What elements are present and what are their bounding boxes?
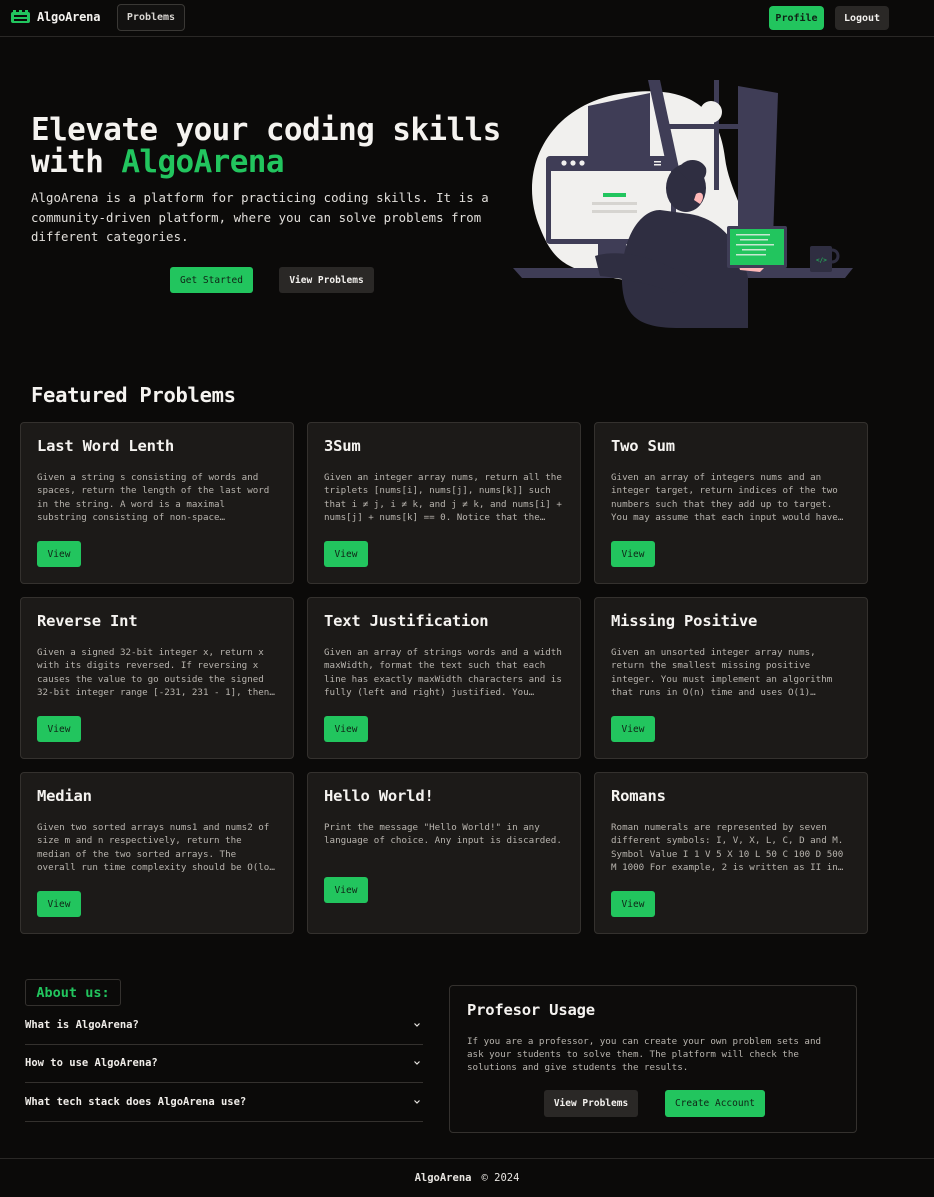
problem-card-title: Last Word Lenth [37,437,174,455]
top-navbar: AlgoArena Problems Profile Logout [0,0,934,37]
create-account-button[interactable]: Create Account [665,1090,765,1117]
problem-card: Median Given two sorted arrays nums1 and… [20,772,294,934]
footer: AlgoArena © 2024 [0,1158,934,1197]
featured-problems-title: Featured Problems [31,383,236,407]
problem-card-title: Median [37,787,92,805]
problem-card-description: Given a string s consisting of words and… [37,472,270,524]
problem-card-description: Roman numerals are represented by seven … [611,822,844,874]
problems-nav-button[interactable]: Problems [117,4,185,31]
hero-view-problems-button[interactable]: View Problems [279,267,374,293]
faq-item[interactable]: What is AlgoArena? [25,1006,423,1045]
problem-card: 3Sum Given an integer array nums, return… [307,422,581,584]
arena-logo-icon [11,10,30,23]
problem-card-description: Print the message "Hello World!" in any … [324,822,562,847]
view-problem-button[interactable]: View [37,716,81,742]
problem-card: Two Sum Given an array of integers nums … [594,422,868,584]
view-problem-button[interactable]: View [37,891,81,917]
professor-usage-description: If you are a professor, you can create y… [467,1036,822,1073]
problem-card: Hello World! Print the message "Hello Wo… [307,772,581,934]
view-problem-button[interactable]: View [37,541,81,567]
hero-description: AlgoArena is a platform for practicing c… [31,191,489,244]
problem-card-description: Given an integer array nums, return all … [324,472,562,524]
chevron-down-icon [414,1061,420,1066]
problem-card: Missing Positive Given an unsorted integ… [594,597,868,759]
problem-card-title: Reverse Int [37,612,138,630]
faq-item[interactable]: How to use AlgoArena? [25,1045,423,1083]
view-problem-button[interactable]: View [324,877,368,903]
view-problem-button[interactable]: View [611,716,655,742]
svg-text:</>: </> [816,257,827,264]
hero-title: Elevate your coding skills with AlgoAren… [31,114,531,178]
footer-copyright: © 2024 [481,1172,520,1184]
problem-card-title: Two Sum [611,437,675,455]
chevron-down-icon [414,1022,420,1027]
problem-card-description: Given an unsorted integer array nums, re… [611,647,833,699]
view-problem-button[interactable]: View [324,541,368,567]
faq-question: What is AlgoArena? [25,1018,139,1031]
faq-item[interactable]: What tech stack does AlgoArena use? [25,1083,423,1122]
faq-question: How to use AlgoArena? [25,1057,158,1070]
problem-card-title: Text Justification [324,612,489,630]
professor-usage-card: Profesor Usage If you are a professor, y… [449,985,857,1133]
problem-card-title: 3Sum [324,437,361,455]
professor-view-problems-button[interactable]: View Problems [544,1090,638,1117]
problem-card-title: Hello World! [324,787,434,805]
view-problem-button[interactable]: View [611,891,655,917]
about-us-heading: About us: [25,979,121,1006]
problem-card: Reverse Int Given a signed 32-bit intege… [20,597,294,759]
coder-at-desk-illustration: </> [513,80,853,328]
problem-card-description: Given two sorted arrays nums1 and nums2 … [37,822,275,874]
get-started-button[interactable]: Get Started [170,267,253,293]
faq-question: What tech stack does AlgoArena use? [25,1095,247,1108]
chevron-down-icon [414,1099,420,1104]
problem-card-title: Missing Positive [611,612,758,630]
brand-link[interactable]: AlgoArena [10,9,100,25]
profile-button[interactable]: Profile [769,6,824,30]
problem-card: Romans Roman numerals are represented by… [594,772,868,934]
logout-button[interactable]: Logout [835,6,889,30]
problem-card: Text Justification Given an array of str… [307,597,581,759]
footer-brand: AlgoArena [414,1172,472,1184]
problem-card-description: Given an array of strings words and a wi… [324,647,562,699]
problem-card-description: Given an array of integers nums and an i… [611,472,838,524]
professor-usage-title: Profesor Usage [467,1001,595,1019]
problem-card-title: Romans [611,787,666,805]
hero-title-accent: AlgoArena [121,144,284,180]
brand-name: AlgoArena [37,10,101,24]
problem-card: Last Word Lenth Given a string s consist… [20,422,294,584]
problem-card-description: Given a signed 32-bit integer x, return … [37,647,270,699]
view-problem-button[interactable]: View [611,541,655,567]
view-problem-button[interactable]: View [324,716,368,742]
faq-accordion: What is AlgoArena? How to use AlgoArena?… [25,1006,423,1122]
